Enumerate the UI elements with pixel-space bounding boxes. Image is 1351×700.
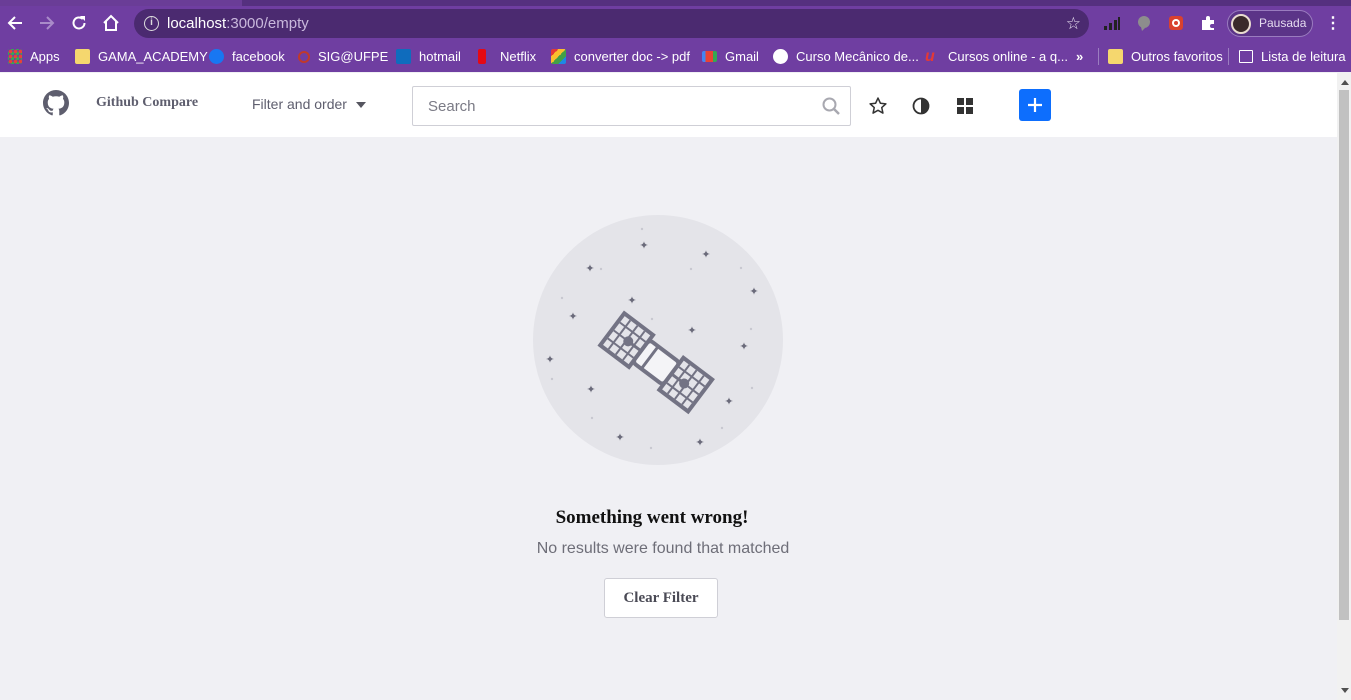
- extensions-puzzle-icon[interactable]: [1199, 14, 1217, 32]
- svg-text:✦: ✦: [639, 239, 648, 252]
- bookmark-label: hotmail: [419, 49, 461, 64]
- folder-icon: [75, 49, 90, 64]
- bookmark-hotmail[interactable]: hotmail: [396, 48, 461, 65]
- course-icon: [773, 49, 788, 64]
- svg-text:✦: ✦: [724, 395, 733, 408]
- github-logo-icon[interactable]: [43, 90, 69, 116]
- netflix-icon: [478, 49, 486, 64]
- back-icon[interactable]: [5, 13, 25, 33]
- bookmark-other-favorites[interactable]: Outros favoritos: [1108, 48, 1223, 65]
- search-box: [412, 86, 851, 126]
- reading-list-icon: [1239, 50, 1253, 63]
- bookmark-gama-academy[interactable]: GAMA_ACADEMY: [75, 48, 208, 65]
- favorites-star-button[interactable]: [867, 95, 889, 117]
- sig-icon: [298, 50, 310, 63]
- signal-extension-icon[interactable]: [1103, 14, 1121, 32]
- app-header: Github Compare Filter and order: [0, 73, 1337, 137]
- theme-toggle-button[interactable]: [910, 95, 932, 117]
- empty-state-title: Something went wrong!: [555, 507, 749, 528]
- svg-text:✦: ✦: [701, 248, 710, 261]
- browser-menu-icon[interactable]: ⋮: [1325, 15, 1341, 33]
- gmail-icon: [702, 51, 717, 62]
- bookmark-cursos-online[interactable]: u Cursos online - a q...: [925, 48, 1068, 65]
- browser-toolbar: i localhost:3000/empty ☆ Pausada ⋮: [0, 6, 1351, 40]
- satellite-illustration: ✦ ✦ ✦ ✦ ✦ ✦ ✦ ✦ ✦ ✦ ✦ ✦ ✦: [533, 215, 783, 465]
- bookmark-label: Netflix: [500, 49, 537, 64]
- bookmark-curso-mecanico[interactable]: Curso Mecânico de...: [773, 48, 919, 65]
- reading-list-button[interactable]: Lista de leitura: [1239, 48, 1346, 65]
- bookmarks-separator: [1098, 48, 1099, 65]
- bookmark-apps[interactable]: Apps: [8, 48, 60, 65]
- svg-text:✦: ✦: [739, 340, 748, 353]
- bookmark-label: facebook: [232, 49, 285, 64]
- scroll-up-arrow-icon[interactable]: [1341, 80, 1349, 85]
- bookmarks-overflow-button[interactable]: »: [1076, 48, 1083, 65]
- apps-grid-icon: [8, 49, 22, 64]
- folder-icon: [1108, 49, 1123, 64]
- bookmark-label: GAMA_ACADEMY: [98, 49, 208, 64]
- grid-view-button[interactable]: [954, 95, 976, 117]
- home-icon[interactable]: [101, 13, 121, 33]
- bookmark-label: Cursos online - a q...: [948, 49, 1068, 64]
- forward-icon[interactable]: [37, 13, 57, 33]
- clear-filter-button[interactable]: Clear Filter: [604, 578, 718, 618]
- svg-text:✦: ✦: [585, 262, 594, 275]
- bookmark-gmail[interactable]: Gmail: [702, 48, 759, 65]
- search-input[interactable]: [413, 87, 813, 125]
- bookmark-label: Curso Mecânico de...: [796, 49, 919, 64]
- caret-down-icon: [355, 102, 366, 108]
- filter-order-dropdown[interactable]: Filter and order: [252, 96, 366, 112]
- bookmarks-separator: [1228, 48, 1229, 65]
- svg-text:✦: ✦: [687, 324, 696, 337]
- outlook-icon: [396, 49, 411, 64]
- bookmark-label: SIG@UFPE: [318, 49, 389, 64]
- plus-icon: [1028, 98, 1042, 112]
- empty-state-subtitle: No results were found that matched: [536, 540, 790, 557]
- bookmark-label: Apps: [30, 49, 60, 64]
- svg-text:✦: ✦: [695, 436, 704, 449]
- svg-text:✦: ✦: [568, 310, 577, 323]
- bookmark-label: Outros favoritos: [1131, 49, 1223, 64]
- game-extension-icon[interactable]: [1167, 14, 1185, 32]
- svg-text:✦: ✦: [545, 353, 554, 366]
- scrollbar-thumb[interactable]: [1339, 90, 1349, 620]
- filter-order-label: Filter and order: [252, 96, 347, 112]
- url-host: localhost: [167, 15, 227, 32]
- site-info-icon[interactable]: i: [144, 16, 159, 31]
- svg-text:✦: ✦: [627, 294, 636, 307]
- reload-icon[interactable]: [69, 13, 89, 33]
- profile-label: Pausada: [1259, 16, 1307, 30]
- bookmark-label: converter doc -> pdf: [574, 49, 690, 64]
- add-repository-button[interactable]: [1019, 89, 1051, 121]
- url-path: :3000/empty: [226, 15, 309, 32]
- address-bar[interactable]: i localhost:3000/empty ☆: [134, 9, 1089, 38]
- search-icon[interactable]: [822, 97, 840, 115]
- app-brand[interactable]: Github Compare: [96, 95, 198, 111]
- scroll-down-arrow-icon[interactable]: [1341, 688, 1349, 693]
- udemy-icon: u: [925, 48, 935, 65]
- svg-text:✦: ✦: [615, 431, 624, 444]
- contrast-icon: [912, 97, 930, 115]
- converter-icon: [551, 49, 566, 64]
- svg-text:✦: ✦: [749, 285, 758, 298]
- bookmark-label: Lista de leitura: [1261, 49, 1346, 64]
- bookmark-converter[interactable]: converter doc -> pdf: [551, 48, 690, 65]
- bookmark-star-icon[interactable]: ☆: [1066, 14, 1081, 34]
- bookmark-facebook[interactable]: facebook: [209, 48, 285, 65]
- profile-button[interactable]: Pausada: [1227, 10, 1313, 37]
- grid-icon: [957, 98, 973, 114]
- address-url: localhost:3000/empty: [167, 15, 309, 32]
- profile-avatar: [1231, 14, 1251, 34]
- star-icon: [869, 97, 887, 114]
- bookmark-netflix[interactable]: Netflix: [478, 48, 536, 65]
- svg-text:✦: ✦: [586, 383, 595, 396]
- bookmarks-bar: Apps GAMA_ACADEMY facebook SIG@UFPE hotm…: [0, 40, 1351, 72]
- chat-extension-icon[interactable]: [1135, 14, 1153, 32]
- bookmark-sig-ufpe[interactable]: SIG@UFPE: [298, 48, 388, 65]
- facebook-icon: [209, 49, 224, 64]
- bookmark-label: Gmail: [725, 49, 759, 64]
